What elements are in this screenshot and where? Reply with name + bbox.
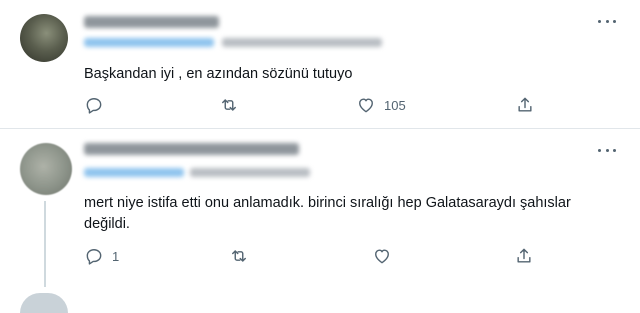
blurred-handle	[84, 168, 184, 177]
blurred-timestamp	[190, 168, 310, 177]
retweet-button[interactable]	[219, 95, 247, 115]
share-button[interactable]	[514, 246, 534, 266]
heart-icon	[375, 249, 389, 264]
blurred-timestamp	[222, 38, 382, 47]
share-icon	[518, 97, 532, 112]
blurred-handle	[84, 38, 214, 47]
more-icon[interactable]	[598, 149, 616, 155]
heart-icon	[359, 98, 373, 113]
tweet-text: mert niye istifa etti onu anlamadık. bir…	[84, 195, 571, 232]
share-button[interactable]	[515, 95, 535, 115]
retweet-icon	[232, 250, 246, 262]
tweet-text: Başkandan iyi , en azından sözünü tutuyo	[84, 66, 353, 82]
reply-button[interactable]: 1	[84, 246, 119, 266]
like-count: 105	[384, 97, 406, 113]
blurred-display-name	[84, 16, 219, 28]
retweet-icon	[222, 99, 236, 111]
next-reply-avatar[interactable]	[20, 293, 68, 313]
more-icon[interactable]	[598, 20, 616, 26]
thread-line	[44, 201, 46, 287]
reply-button[interactable]	[84, 95, 112, 115]
reply-icon	[86, 249, 102, 265]
tweet-1[interactable]: Başkandan iyi , en azından sözünü tutuyo…	[0, 0, 640, 128]
share-icon	[517, 248, 531, 263]
tweet-2[interactable]: mert niye istifa etti onu anlamadık. bir…	[0, 129, 640, 313]
blurred-display-name	[84, 143, 299, 155]
reply-count: 1	[112, 248, 120, 264]
like-button[interactable]	[372, 246, 400, 266]
reply-icon	[86, 98, 102, 114]
avatar[interactable]	[20, 14, 68, 62]
avatar[interactable]	[20, 143, 72, 195]
retweet-button[interactable]	[229, 246, 257, 266]
like-button[interactable]: 105	[356, 95, 406, 115]
